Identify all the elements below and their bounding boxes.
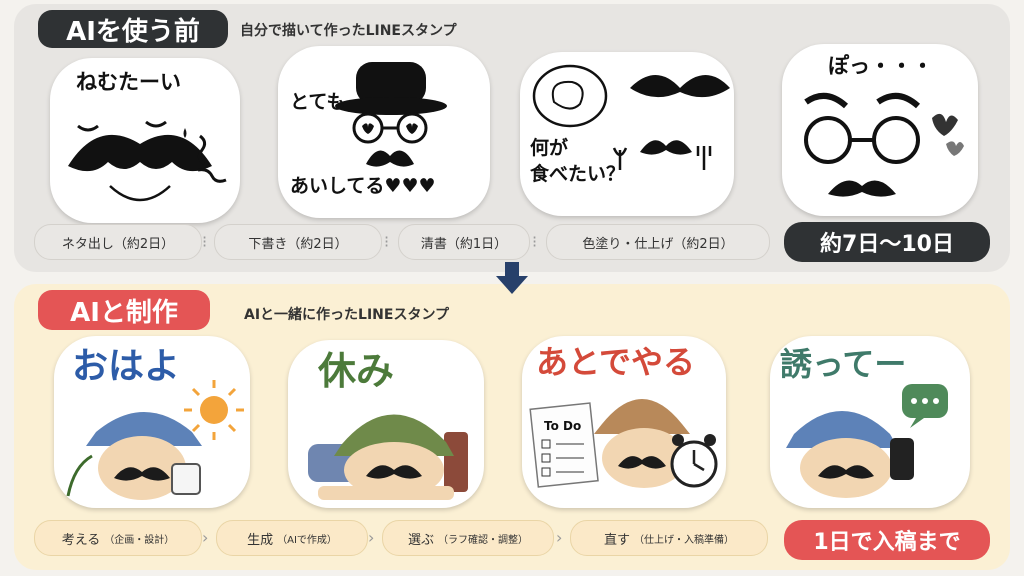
step-generate-pill: 生成 （AIで作成）: [216, 520, 368, 556]
sticker-later: あとでやる To Do: [522, 336, 726, 508]
sticker-hungry-line1: 何が: [530, 137, 569, 159]
with-ai-tag: AIと制作: [38, 290, 210, 330]
sticker-hungry: 何が 食べたい？: [520, 52, 734, 216]
step-think-pill: 考える （企画・設計）: [34, 520, 202, 556]
chevron-right-icon: ›: [556, 528, 563, 547]
step-think-detail: （企画・設計）: [104, 534, 175, 546]
step-select-label: 選ぶ: [407, 532, 434, 548]
hungry-face-icon: [532, 64, 730, 170]
step-clean-pill: 清書（約1日）: [398, 224, 530, 260]
step-idea-pill: ネタ出し（約2日）: [34, 224, 202, 260]
chevron-right-icon: ›: [368, 528, 375, 547]
todo-memo-label: To Do: [544, 419, 582, 433]
sticker-morning: おはよ: [54, 336, 250, 508]
before-ai-tag: AIを使う前: [38, 10, 228, 48]
step-generate-label: 生成: [247, 532, 274, 548]
before-ai-subtitle: 自分で描いて作ったLINEスタンプ: [240, 23, 457, 39]
step-think-label: 考える: [61, 532, 101, 548]
sticker-love-line2: あいしてる♥♥♥: [290, 175, 436, 197]
step-clean-label: 清書（約1日）: [420, 236, 508, 252]
before-ai-result: 約7日〜10日: [784, 222, 990, 262]
invite-character-icon: [786, 384, 948, 498]
step-draft-pill: 下書き（約2日）: [214, 224, 382, 260]
sticker-sleepy: ねむたーい: [50, 58, 240, 223]
step-color-pill: 色塗り・仕上げ（約2日）: [546, 224, 770, 260]
with-ai-subtitle: AIと一緒に作ったLINEスタンプ: [244, 307, 450, 323]
sticker-invite: 誘ってー: [770, 336, 970, 508]
arrow-down-icon: [496, 262, 528, 294]
step-fix-detail: （仕上げ・入稿準備）: [634, 534, 734, 546]
step-generate-detail: （AIで作成）: [277, 534, 337, 546]
step-select-detail: （ラフ確認・調整）: [438, 534, 528, 546]
chevron-right-icon: ⁝: [532, 232, 538, 251]
blush-face-icon: [804, 93, 964, 197]
sticker-love: とても あいしてる♥♥♥: [278, 46, 490, 218]
morning-character-icon: [66, 380, 244, 500]
chevron-right-icon: ⁝: [202, 232, 208, 251]
step-idea-label: ネタ出し（約2日）: [61, 236, 175, 252]
step-draft-label: 下書き（約2日）: [248, 236, 348, 252]
sticker-hungry-line2: 食べたい？: [530, 163, 626, 185]
sticker-rest: 休み: [288, 340, 484, 508]
step-fix-pill: 直す （仕上げ・入稿準備）: [570, 520, 768, 556]
sticker-love-line1: とても: [290, 91, 346, 113]
chevron-right-icon: ⁝: [384, 232, 390, 251]
chevron-right-icon: ›: [202, 528, 209, 547]
step-select-pill: 選ぶ （ラフ確認・調整）: [382, 520, 554, 556]
sleepy-face-icon: [68, 120, 227, 202]
sticker-blush: ぽっ・・・: [782, 44, 978, 216]
resting-character-icon: [308, 414, 468, 500]
step-fix-label: 直す: [603, 532, 630, 548]
step-color-label: 色塗り・仕上げ（約2日）: [582, 236, 734, 252]
with-ai-result: 1日で入稿まで: [784, 520, 990, 560]
